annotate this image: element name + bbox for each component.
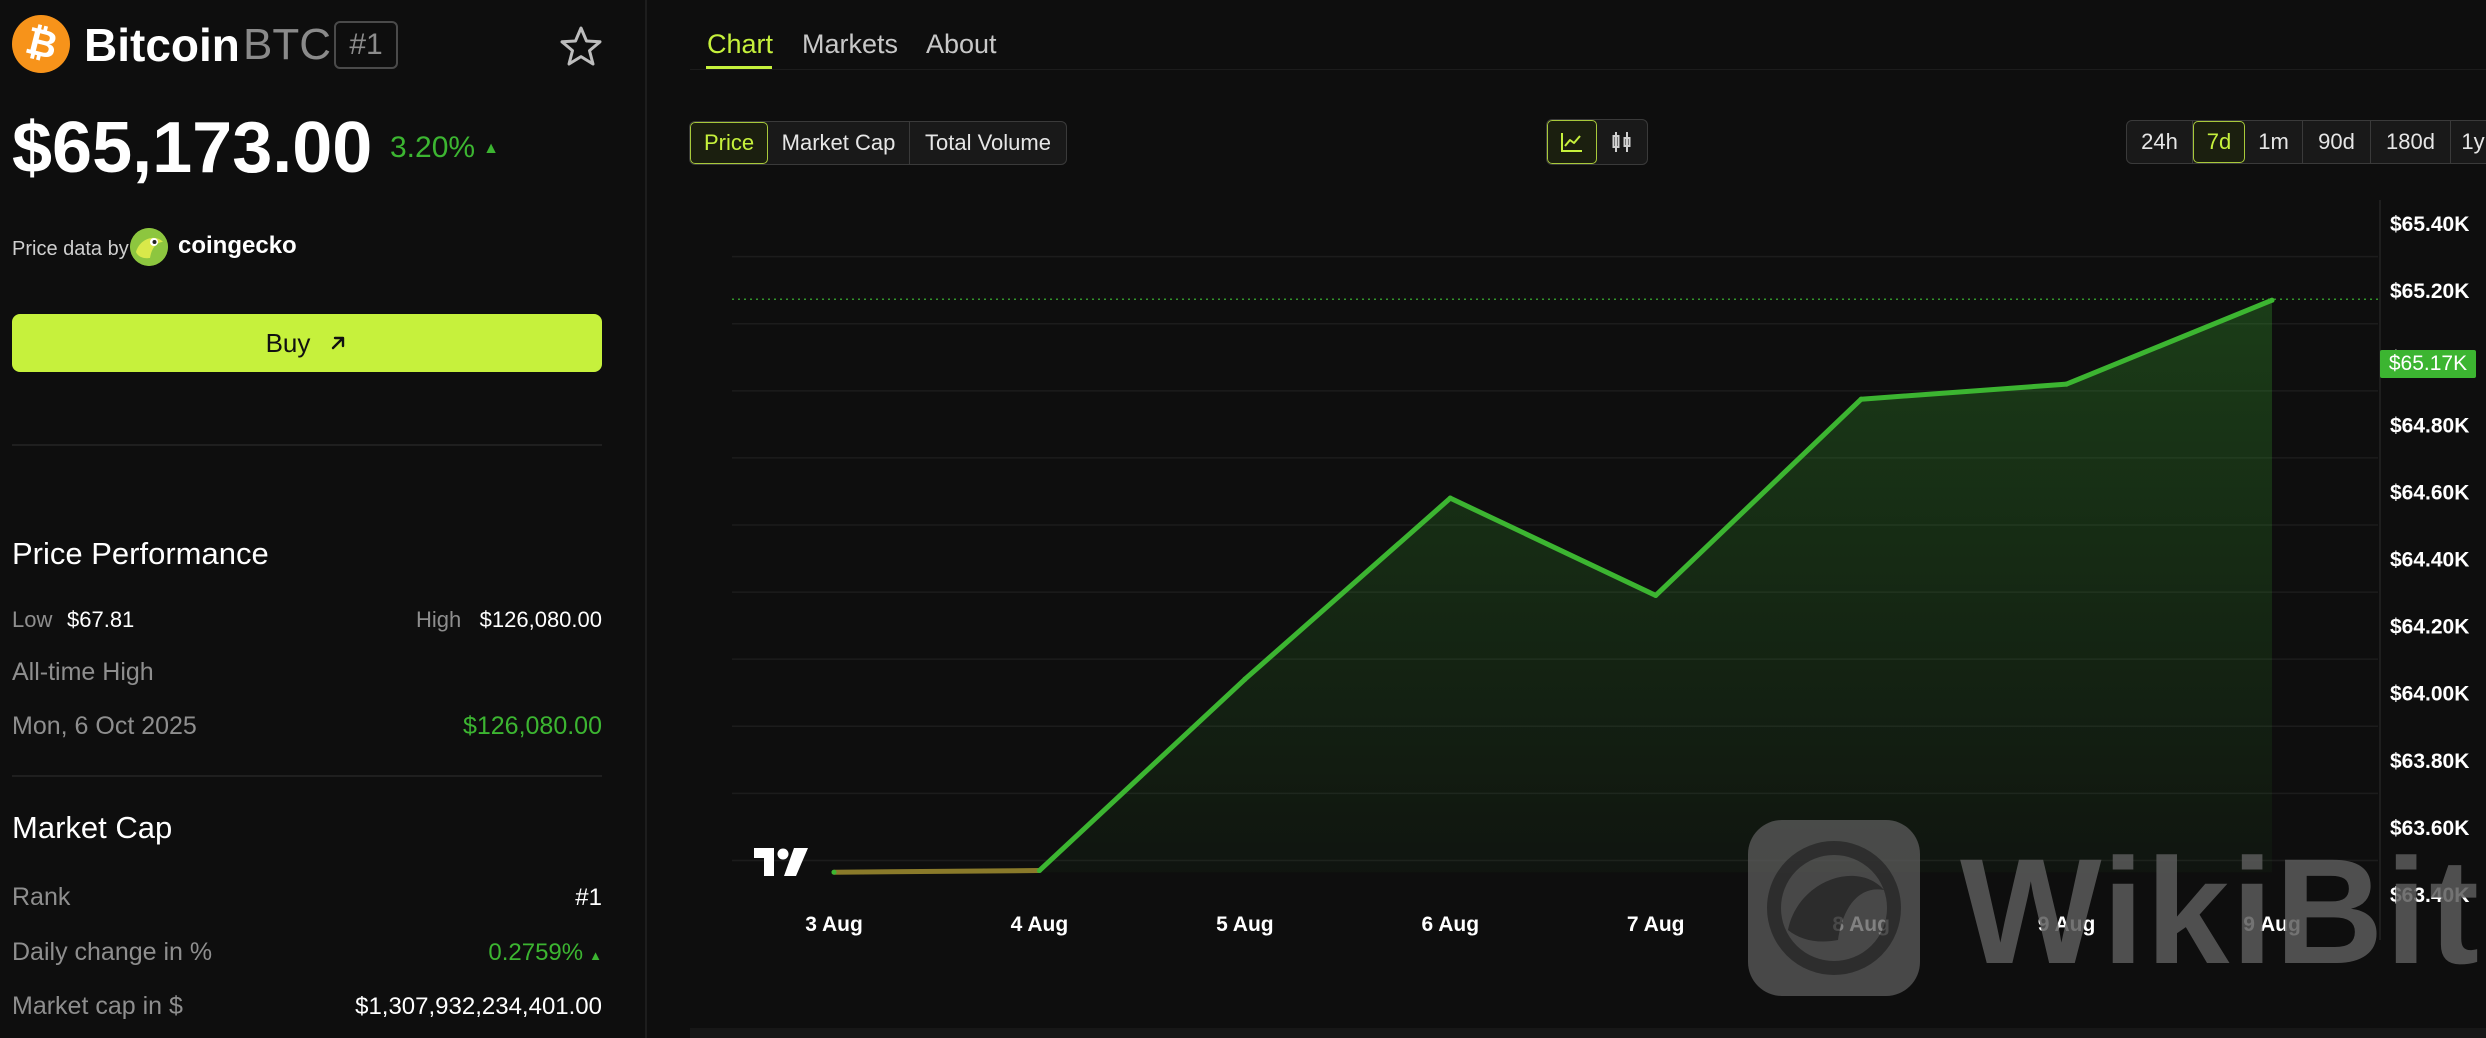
price-data-point	[1653, 592, 1659, 598]
candlestick-icon[interactable]	[1597, 120, 1647, 164]
range-7d-button[interactable]: 7d	[2193, 121, 2245, 163]
tabs-divider	[690, 69, 2486, 70]
daily-change-number: 0.2759%	[488, 939, 584, 966]
up-triangle-icon: ▲	[589, 948, 602, 963]
range-selector: 24h 7d 1m 90d 180d 1y	[2126, 120, 2486, 164]
divider	[12, 775, 602, 777]
rank-value: #1	[575, 884, 602, 911]
rank-label: Rank	[12, 883, 71, 911]
y-axis-tick-label: $65.40K	[2390, 213, 2469, 236]
range-180d-button[interactable]: 180d	[2371, 121, 2451, 163]
range-1m-button[interactable]: 1m	[2245, 121, 2303, 163]
y-axis-tick-label: $64.00K	[2390, 683, 2469, 706]
ath-value: $126,080.00	[462, 712, 602, 740]
price-change-percent: 3.20% ▲	[390, 128, 499, 169]
coin-symbol: BTC	[243, 20, 331, 69]
x-axis-tick-label: 7 Aug	[1627, 913, 1685, 936]
y-axis-tick-label: $64.80K	[2390, 414, 2469, 437]
price-performance-title: Price Performance	[12, 536, 269, 571]
panel-divider	[645, 0, 647, 1038]
ath-date: Mon, 6 Oct 2025	[12, 712, 197, 740]
y-axis-tick-label: $64.60K	[2390, 481, 2469, 504]
y-axis-tick-label: $65.20K	[2390, 280, 2469, 303]
daily-change-label: Daily change in %	[12, 938, 213, 966]
x-axis-tick-label: 4 Aug	[1011, 913, 1069, 936]
buy-button-label: Buy	[265, 327, 311, 358]
tradingview-logo-icon	[752, 846, 810, 883]
range-1y-button[interactable]: 1y	[2451, 121, 2486, 163]
bitcoin-logo-icon: ₿	[12, 15, 70, 73]
price-data-point	[1858, 396, 1864, 402]
coin-name: Bitcoin	[84, 19, 240, 71]
coingecko-link[interactable]: coingecko	[178, 231, 297, 261]
price-data-point	[1242, 676, 1248, 682]
x-axis-tick-label: 3 Aug	[805, 913, 863, 936]
low-value: $67.81	[67, 607, 135, 632]
wikibit-watermark-text: WikiBit	[1960, 827, 2481, 995]
metric-market-cap-button[interactable]: Market Cap	[768, 122, 910, 164]
chart-bottom-scrollbar	[690, 1028, 2486, 1038]
daily-change-value: 0.2759% ▲	[352, 937, 602, 972]
price-data-point	[1447, 495, 1453, 501]
tab-chart[interactable]: Chart	[707, 26, 773, 62]
range-90d-button[interactable]: 90d	[2303, 121, 2371, 163]
divider	[12, 444, 602, 446]
range-24h-button[interactable]: 24h	[2127, 121, 2193, 163]
price-line-segment	[831, 868, 1042, 875]
favorite-star-icon[interactable]	[558, 24, 604, 70]
low-label: Low	[12, 604, 52, 636]
low-label-text: Low	[12, 607, 53, 632]
market-cap-usd-value: $1,307,932,234,401.00	[355, 993, 602, 1020]
y-axis-tick-label: $64.40K	[2390, 549, 2469, 572]
high-label: High	[416, 604, 461, 636]
market-cap-title: Market Cap	[12, 810, 173, 845]
rank-badge: #1	[334, 21, 398, 69]
metric-selector: Price Market Cap Total Volume	[689, 121, 1067, 165]
chart-type-toggle	[1546, 119, 1648, 165]
arrow-up-right-icon	[332, 336, 345, 350]
metric-price-button[interactable]: Price	[690, 122, 768, 164]
wikibit-watermark-logo-icon	[1748, 820, 1920, 1001]
line-chart-icon[interactable]	[1547, 120, 1597, 164]
up-triangle-icon: ▲	[483, 140, 499, 158]
ath-label: All-time High	[12, 658, 154, 686]
metric-total-volume-button[interactable]: Total Volume	[910, 122, 1066, 164]
high-label-text: High	[416, 607, 462, 632]
price-data-point	[831, 869, 837, 875]
price-data-point	[2064, 381, 2070, 387]
high-value: $126,080.00	[479, 607, 602, 632]
buy-button[interactable]: Buy	[12, 314, 602, 372]
x-axis-tick-label: 6 Aug	[1422, 913, 1480, 936]
y-axis-tick-label: $64.20K	[2390, 616, 2469, 639]
tab-about[interactable]: About	[926, 26, 997, 62]
coingecko-logo-icon	[130, 228, 168, 266]
current-price-tag: $65.17K	[2380, 350, 2476, 378]
price-data-point	[2269, 297, 2275, 303]
x-axis-tick-label: 5 Aug	[1216, 913, 1274, 936]
price-data-label: Price data by	[12, 238, 129, 260]
price-data-point	[1036, 868, 1042, 874]
coin-info-panel: ₿ Bitcoin BTC #1 $65,173.00 3.20% ▲ Price…	[0, 0, 645, 1038]
current-price: $65,173.00	[12, 108, 373, 188]
price-change-value: 3.20%	[390, 131, 476, 164]
market-cap-usd-label: Market cap in $	[12, 992, 183, 1020]
y-axis-tick-label: $63.80K	[2390, 750, 2469, 773]
tab-markets[interactable]: Markets	[802, 26, 898, 62]
